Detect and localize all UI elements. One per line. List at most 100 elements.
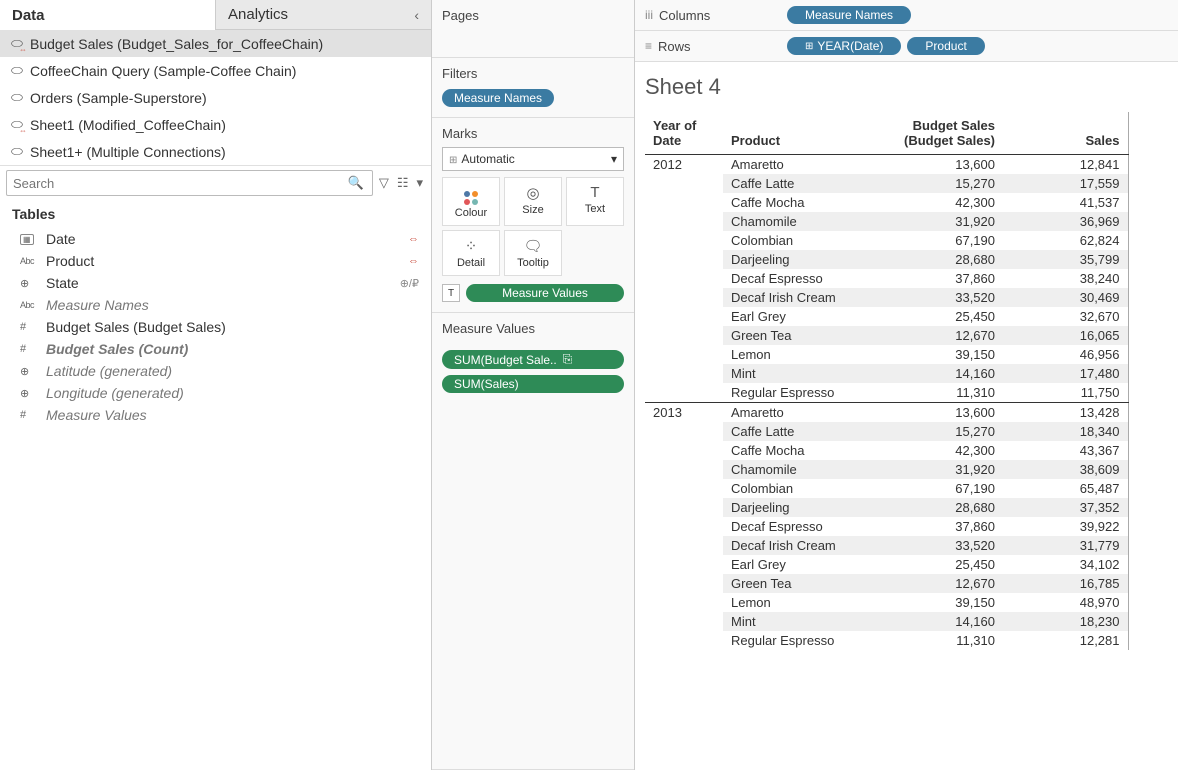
table-row[interactable]: Mint14,16018,230 bbox=[645, 612, 1128, 631]
marks-text[interactable]: TText bbox=[566, 177, 624, 226]
cell-sales: 17,480 bbox=[1003, 364, 1128, 383]
cell-product: Decaf Irish Cream bbox=[723, 536, 878, 555]
table-row[interactable]: Earl Grey25,45034,102 bbox=[645, 555, 1128, 574]
table-row[interactable]: 2013Amaretto13,60013,428 bbox=[645, 403, 1128, 423]
cell-sales: 38,609 bbox=[1003, 460, 1128, 479]
abc-icon: Abc bbox=[20, 256, 38, 266]
th-budget[interactable]: Budget Sales(Budget Sales) bbox=[878, 112, 1003, 155]
cell-year bbox=[645, 307, 723, 326]
cell-product: Colombian bbox=[723, 231, 878, 250]
search-input[interactable] bbox=[13, 176, 346, 191]
table-row[interactable]: Chamomile31,92036,969 bbox=[645, 212, 1128, 231]
table-row[interactable]: Colombian67,19065,487 bbox=[645, 479, 1128, 498]
marks-detail-label: Detail bbox=[457, 257, 485, 269]
table-row[interactable]: Caffe Latte15,27018,340 bbox=[645, 422, 1128, 441]
mv-pill-sales[interactable]: SUM(Sales) bbox=[442, 375, 624, 393]
pages-shelf[interactable]: Pages bbox=[432, 0, 634, 58]
table-row[interactable]: Lemon39,15046,956 bbox=[645, 345, 1128, 364]
datasource-item[interactable]: ⬭CoffeeChain Query (Sample-Coffee Chain) bbox=[0, 57, 431, 84]
link-icon[interactable]: ⇔ bbox=[408, 233, 419, 245]
table-row[interactable]: Green Tea12,67016,065 bbox=[645, 326, 1128, 345]
table-row[interactable]: Caffe Latte15,27017,559 bbox=[645, 174, 1128, 193]
cell-product: Decaf Irish Cream bbox=[723, 288, 878, 307]
field-item[interactable]: #Budget Sales (Budget Sales) bbox=[0, 316, 431, 338]
cell-budget: 25,450 bbox=[878, 555, 1003, 574]
datasource-icon: ⬭ bbox=[10, 143, 24, 160]
cell-product: Caffe Mocha bbox=[723, 193, 878, 212]
table-row[interactable]: Earl Grey25,45032,670 bbox=[645, 307, 1128, 326]
table-row[interactable]: Regular Espresso11,31012,281 bbox=[645, 631, 1128, 650]
rows-pill-year[interactable]: ⊞YEAR(Date) bbox=[787, 37, 901, 55]
search-input-wrapper[interactable]: 🔍 bbox=[6, 170, 373, 196]
cell-budget: 13,600 bbox=[878, 155, 1003, 175]
search-icon[interactable]: 🔍 bbox=[346, 173, 366, 193]
table-row[interactable]: Decaf Espresso37,86038,240 bbox=[645, 269, 1128, 288]
table-row[interactable]: Chamomile31,92038,609 bbox=[645, 460, 1128, 479]
cell-sales: 62,824 bbox=[1003, 231, 1128, 250]
table-row[interactable]: Caffe Mocha42,30041,537 bbox=[645, 193, 1128, 212]
tab-analytics[interactable]: Analytics ‹ bbox=[215, 0, 431, 30]
cell-budget: 67,190 bbox=[878, 231, 1003, 250]
marks-tooltip[interactable]: 🗨Tooltip bbox=[504, 230, 562, 276]
cell-sales: 32,670 bbox=[1003, 307, 1128, 326]
data-table: Year ofDate Product Budget Sales(Budget … bbox=[645, 112, 1129, 650]
filter-icon[interactable]: ▽ bbox=[377, 173, 391, 193]
globe-icon: ⊕ bbox=[20, 277, 38, 290]
datasource-item[interactable]: ⬭⇔Budget Sales (Budget_Sales_for_CoffeeC… bbox=[0, 30, 431, 57]
rows-shelf[interactable]: ≡Rows ⊞YEAR(Date) Product bbox=[635, 31, 1178, 62]
field-item[interactable]: ⊕Longitude (generated) bbox=[0, 382, 431, 404]
view-options-icon[interactable]: ☷ bbox=[395, 173, 411, 193]
columns-shelf[interactable]: iiiColumns Measure Names bbox=[635, 0, 1178, 31]
tab-data[interactable]: Data bbox=[0, 0, 215, 30]
datasource-item[interactable]: ⬭⇔Sheet1 (Modified_CoffeeChain) bbox=[0, 111, 431, 138]
table-row[interactable]: Green Tea12,67016,785 bbox=[645, 574, 1128, 593]
filter-pill-measurenames[interactable]: Measure Names bbox=[442, 89, 554, 107]
table-row[interactable]: Lemon39,15048,970 bbox=[645, 593, 1128, 612]
columns-icon: iii bbox=[645, 8, 653, 22]
table-row[interactable]: Darjeeling28,68037,352 bbox=[645, 498, 1128, 517]
measure-values-shelf[interactable]: Measure Values SUM(Budget Sale.. ⎘ SUM(S… bbox=[432, 313, 634, 770]
field-item[interactable]: ▦Date⇔ bbox=[0, 228, 431, 250]
datasource-item[interactable]: ⬭Sheet1+ (Multiple Connections) bbox=[0, 138, 431, 165]
marks-detail[interactable]: ⁘Detail bbox=[442, 230, 500, 276]
th-product[interactable]: Product bbox=[723, 112, 878, 155]
link-icon[interactable]: ⇔ bbox=[408, 255, 419, 267]
cell-budget: 42,300 bbox=[878, 193, 1003, 212]
cell-year bbox=[645, 574, 723, 593]
cell-year bbox=[645, 288, 723, 307]
field-item[interactable]: ⊕Latitude (generated) bbox=[0, 360, 431, 382]
marks-size[interactable]: ◎Size bbox=[504, 177, 562, 226]
view-caret-icon[interactable]: ▾ bbox=[414, 173, 425, 193]
table-row[interactable]: Decaf Irish Cream33,52030,469 bbox=[645, 288, 1128, 307]
table-row[interactable]: Regular Espresso11,31011,750 bbox=[645, 383, 1128, 403]
marks-type-dropdown[interactable]: ⊞Automatic ▾ bbox=[442, 147, 624, 171]
mv-pill-budget[interactable]: SUM(Budget Sale.. ⎘ bbox=[442, 350, 624, 369]
field-item[interactable]: #Measure Values bbox=[0, 404, 431, 426]
columns-pill-measurenames[interactable]: Measure Names bbox=[787, 6, 911, 24]
datasource-icon: ⬭⇔ bbox=[10, 116, 24, 133]
rows-pill-product[interactable]: Product bbox=[907, 37, 984, 55]
table-row[interactable]: Mint14,16017,480 bbox=[645, 364, 1128, 383]
cell-budget: 39,150 bbox=[878, 345, 1003, 364]
collapse-panel-icon[interactable]: ‹ bbox=[414, 7, 419, 23]
table-row[interactable]: 2012Amaretto13,60012,841 bbox=[645, 155, 1128, 175]
table-row[interactable]: Caffe Mocha42,30043,367 bbox=[645, 441, 1128, 460]
filters-shelf[interactable]: Filters Measure Names bbox=[432, 58, 634, 118]
cell-year: 2013 bbox=[645, 403, 723, 423]
field-item[interactable]: ⊕State⊕/₽ bbox=[0, 272, 431, 294]
table-row[interactable]: Darjeeling28,68035,799 bbox=[645, 250, 1128, 269]
rows-label: Rows bbox=[658, 39, 691, 54]
field-item[interactable]: #Budget Sales (Count) bbox=[0, 338, 431, 360]
field-item[interactable]: AbcProduct⇔ bbox=[0, 250, 431, 272]
table-row[interactable]: Decaf Espresso37,86039,922 bbox=[645, 517, 1128, 536]
field-item[interactable]: AbcMeasure Names bbox=[0, 294, 431, 316]
datasource-item[interactable]: ⬭Orders (Sample-Superstore) bbox=[0, 84, 431, 111]
cell-sales: 12,841 bbox=[1003, 155, 1128, 175]
table-row[interactable]: Decaf Irish Cream33,52031,779 bbox=[645, 536, 1128, 555]
th-sales[interactable]: Sales bbox=[1003, 112, 1128, 155]
sheet-title[interactable]: Sheet 4 bbox=[645, 74, 1168, 100]
marks-text-pill[interactable]: Measure Values bbox=[466, 284, 624, 302]
th-year[interactable]: Year ofDate bbox=[645, 112, 723, 155]
table-row[interactable]: Colombian67,19062,824 bbox=[645, 231, 1128, 250]
marks-colour[interactable]: Colour bbox=[442, 177, 500, 226]
